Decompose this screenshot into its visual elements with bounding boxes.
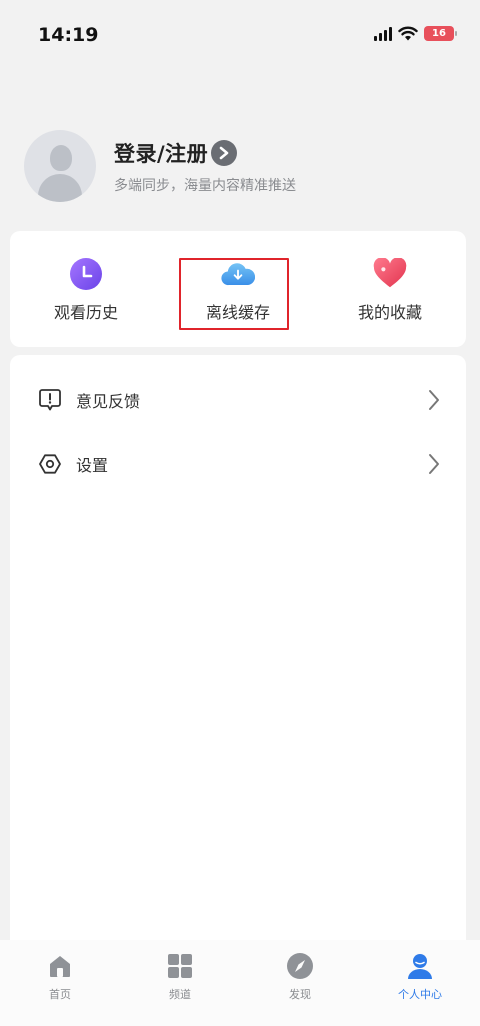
status-bar: 14:19 16	[0, 0, 480, 70]
grid-icon	[165, 952, 195, 980]
tab-channels-label: 频道	[169, 988, 191, 1001]
feedback-icon	[38, 388, 62, 412]
tab-discover-label: 发现	[289, 988, 311, 1001]
profile-subtitle: 多端同步，海量内容精准推送	[114, 177, 296, 194]
battery-level: 16	[432, 28, 446, 39]
menu-item-settings-label: 设置	[76, 456, 109, 475]
my-favorites-label: 我的收藏	[357, 303, 422, 322]
battery-icon: 16	[424, 26, 457, 41]
tab-discover[interactable]: 发现	[240, 940, 360, 1026]
profile-screen: 14:19 16 登录/注册 多端同步，海量内容精准推送 观看历史 离线缓存 我…	[0, 0, 480, 1026]
person-icon	[405, 952, 435, 980]
avatar[interactable]	[24, 130, 96, 202]
watch-history-button[interactable]: 观看历史	[10, 231, 162, 347]
compass-icon	[285, 952, 315, 980]
offline-cache-label: 离线缓存	[205, 303, 270, 322]
quick-actions-card: 观看历史 离线缓存 我的收藏	[10, 231, 466, 347]
tab-home[interactable]: 首页	[0, 940, 120, 1026]
tab-channels[interactable]: 频道	[120, 940, 240, 1026]
chevron-right-icon	[429, 390, 439, 410]
bottom-tab-bar: 首页 频道 发现 个人中心	[0, 940, 480, 1026]
status-icons: 16	[374, 26, 457, 41]
signal-icon	[374, 26, 392, 41]
my-favorites-button[interactable]: 我的收藏	[314, 231, 466, 347]
offline-cache-button[interactable]: 离线缓存	[162, 231, 314, 347]
tab-profile-label: 个人中心	[398, 988, 442, 1001]
cloud-download-icon	[221, 257, 255, 291]
menu-item-feedback-label: 意见反馈	[76, 392, 141, 411]
login-row[interactable]: 登录/注册	[114, 138, 296, 168]
profile-header[interactable]: 登录/注册 多端同步，海量内容精准推送	[24, 130, 296, 202]
tab-profile[interactable]: 个人中心	[360, 940, 480, 1026]
clock-icon	[69, 257, 103, 291]
menu-item-feedback[interactable]: 意见反馈	[10, 370, 466, 430]
heart-icon	[373, 257, 407, 291]
chevron-right-icon	[429, 454, 439, 474]
menu-list: 意见反馈 设置	[10, 355, 466, 955]
tab-home-label: 首页	[49, 988, 71, 1001]
menu-item-settings[interactable]: 设置	[10, 434, 466, 494]
settings-icon	[38, 452, 62, 476]
chevron-right-circle-icon[interactable]	[211, 139, 238, 166]
login-register-label[interactable]: 登录/注册	[114, 138, 208, 168]
watch-history-label: 观看历史	[53, 303, 118, 322]
profile-text: 登录/注册 多端同步，海量内容精准推送	[114, 138, 296, 195]
home-icon	[45, 952, 75, 980]
status-time: 14:19	[38, 24, 99, 46]
wifi-icon	[398, 26, 418, 41]
